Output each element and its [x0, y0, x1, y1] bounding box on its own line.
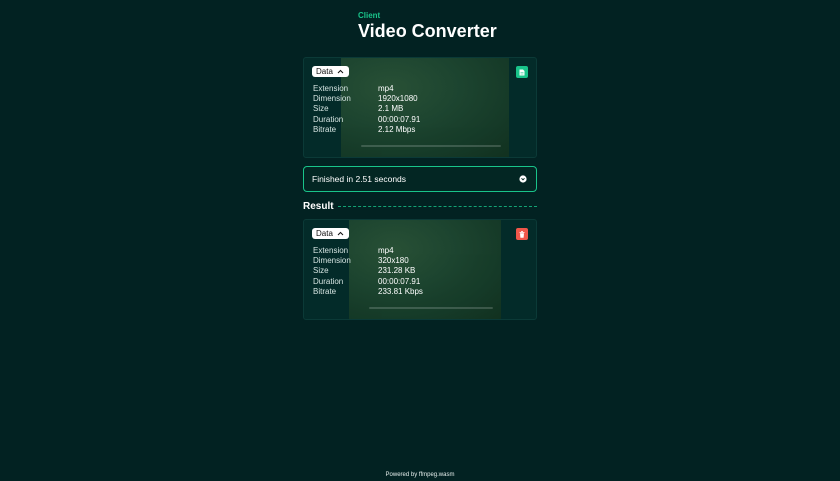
prop-value: mp4 — [378, 246, 394, 255]
result-heading-label: Result — [303, 200, 334, 212]
chevron-up-icon — [337, 231, 344, 236]
conversion-status-bar[interactable]: Finished in 2.51 seconds — [303, 166, 537, 192]
chevron-down-circle-icon — [519, 175, 527, 183]
prop-value: 320x180 — [378, 256, 409, 266]
delete-button[interactable] — [516, 228, 528, 240]
file-button[interactable] — [516, 66, 528, 78]
footer-credit: Powered by ffmpeg.wasm — [385, 472, 455, 478]
prop-row-dimension: Dimension 1920x1080 — [313, 94, 420, 104]
prop-value: 233.81 Kbps — [378, 286, 423, 296]
prop-key: Size — [313, 104, 329, 114]
prop-row-extension: Extension mp4 — [313, 84, 420, 94]
prop-key: Dimension — [313, 94, 351, 104]
prop-key: Duration — [313, 114, 344, 124]
prop-row-bitrate: Bitrate 2.12 Mbps — [313, 125, 420, 135]
prop-row-dimension: Dimension 320x180 — [313, 256, 423, 266]
page-title: Video Converter — [358, 21, 497, 41]
chevron-up-icon — [337, 69, 344, 74]
prop-key: Extension — [313, 84, 349, 93]
prop-key: Dimension — [313, 256, 351, 266]
input-data-toggle-button[interactable]: Data — [312, 66, 349, 77]
prop-row-bitrate: Bitrate 233.81 Kbps — [313, 287, 423, 297]
status-text: Finished in 2.51 seconds — [312, 174, 407, 184]
prop-row-duration: Duration 00:00:07.91 — [313, 115, 420, 125]
result-section-heading: Result — [303, 199, 537, 213]
data-toggle-label: Data — [316, 229, 333, 238]
result-divider — [337, 205, 537, 207]
prop-value: 00:00:07.91 — [378, 114, 421, 124]
prop-key: Extension — [313, 246, 349, 255]
trash-icon — [519, 230, 525, 238]
video-progress-bar[interactable] — [361, 145, 501, 147]
prop-value: 231.28 KB — [378, 266, 416, 276]
output-video-card: Data Extension mp4 Dimension 320x180 Siz… — [303, 219, 537, 320]
file-icon — [519, 69, 525, 75]
page-header: Client Video Converter — [358, 11, 497, 41]
prop-value: 2.1 MB — [378, 104, 404, 114]
prop-row-extension: Extension mp4 — [313, 246, 423, 256]
prop-row-size: Size 2.1 MB — [313, 104, 420, 114]
prop-value: mp4 — [378, 84, 394, 93]
prop-value: 1920x1080 — [378, 94, 418, 104]
prop-key: Bitrate — [313, 286, 337, 296]
video-progress-bar[interactable] — [369, 307, 493, 309]
eyebrow-label: Client — [358, 11, 381, 20]
output-properties-list: Extension mp4 Dimension 320x180 Size 231… — [313, 246, 423, 297]
input-video-card: Data Extension mp4 Dimension 1920x1080 S… — [303, 57, 537, 158]
prop-key: Bitrate — [313, 124, 337, 134]
prop-key: Size — [313, 266, 329, 276]
prop-row-duration: Duration 00:00:07.91 — [313, 277, 423, 287]
prop-value: 00:00:07.91 — [378, 276, 421, 286]
input-properties-list: Extension mp4 Dimension 1920x1080 Size 2… — [313, 84, 420, 135]
prop-key: Duration — [313, 276, 344, 286]
prop-row-size: Size 231.28 KB — [313, 266, 423, 276]
prop-value: 2.12 Mbps — [378, 124, 416, 134]
data-toggle-label: Data — [316, 67, 333, 76]
output-data-toggle-button[interactable]: Data — [312, 228, 349, 239]
